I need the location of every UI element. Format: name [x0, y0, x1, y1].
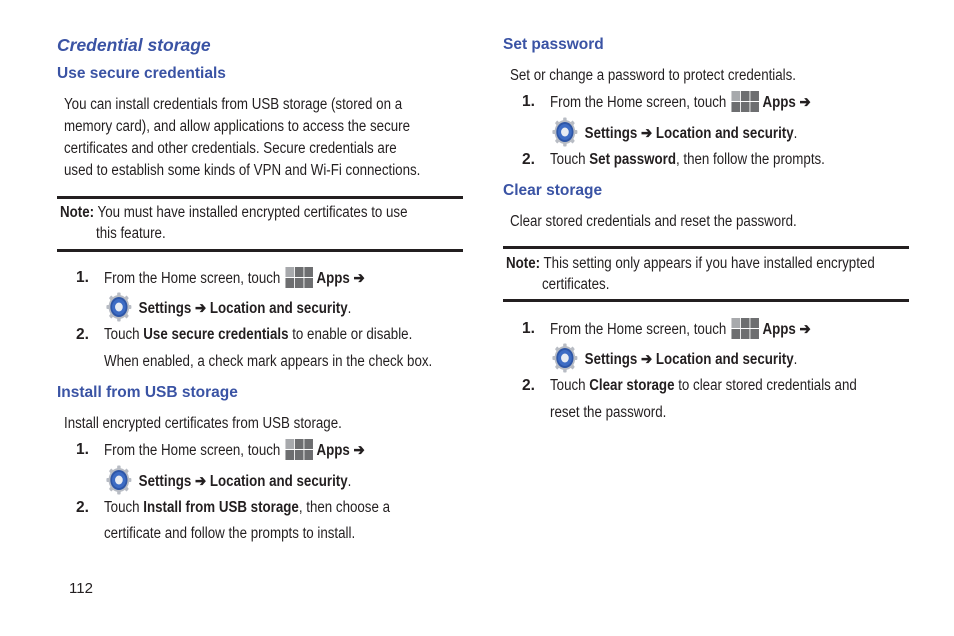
step-text: Touch [550, 151, 586, 168]
note-text: This setting only appears if you have in… [543, 255, 875, 272]
step-text: From the Home screen, touch [550, 94, 727, 111]
note-use-secure: Note: You must have installed encrypted … [60, 202, 408, 224]
page-number: 112 [69, 580, 93, 597]
step-2-line-1: Touch Set password, then follow the prom… [550, 149, 825, 171]
install-usb-paragraph: Install encrypted certificates from USB … [64, 415, 342, 432]
period: . [793, 125, 798, 142]
arrow-icon: ➔ [799, 94, 811, 111]
note-clear-storage: Note: This setting only appears if you h… [506, 253, 875, 275]
step-2-line-2: When enabled, a check mark appears in th… [104, 353, 433, 370]
apps-grid-icon [285, 439, 313, 460]
step-number: 2. [522, 151, 535, 168]
arrow-icon: ➔ [640, 351, 653, 368]
step-text: to clear stored credentials and [678, 377, 857, 394]
heading-use-secure-credentials: Use secure credentials [57, 65, 226, 82]
step-number: 1. [522, 320, 535, 337]
location-security-label: Location and security [209, 300, 348, 317]
note-top-rule [503, 246, 909, 249]
step-1-line-2: Settings ➔ Location and security. [106, 292, 351, 322]
arrow-icon: ➔ [640, 125, 653, 142]
paragraph-line: memory card), and allow applications to … [64, 118, 411, 135]
step-text: Touch [104, 326, 140, 343]
apps-grid-icon [731, 318, 759, 339]
set-password-paragraph: Set or change a password to protect cred… [510, 67, 797, 84]
paragraph-line: You can install credentials from USB sto… [64, 96, 403, 113]
note-label: Note: [60, 204, 95, 221]
paragraph-line: certificates and other credentials. Secu… [64, 140, 397, 157]
location-security-label: Location and security [209, 473, 348, 490]
option-name: Install from USB storage [143, 499, 299, 516]
step-1-line-2: Settings ➔ Location and security. [106, 465, 351, 495]
apps-grid-icon [285, 267, 313, 288]
period: . [793, 351, 798, 368]
settings-label: Settings [138, 300, 192, 317]
step-text: From the Home screen, touch [104, 442, 281, 459]
note-text-line2: certificates. [542, 276, 610, 293]
step-1-line-1: From the Home screen, touch Apps ➔ [104, 439, 365, 462]
settings-gear-icon [106, 465, 132, 495]
step-1-line-2: Settings ➔ Location and security. [552, 343, 797, 373]
step-number: 2. [76, 499, 89, 516]
apps-label: Apps [316, 270, 350, 287]
step-1-line-2: Settings ➔ Location and security. [552, 117, 797, 147]
arrow-icon: ➔ [799, 321, 811, 338]
apps-grid-icon [731, 91, 759, 112]
apps-label: Apps [762, 321, 796, 338]
arrow-icon: ➔ [194, 473, 207, 490]
clear-storage-paragraph: Clear stored credentials and reset the p… [510, 213, 797, 230]
heading-set-password: Set password [503, 36, 604, 53]
paragraph-line: used to establish some kinds of VPN and … [64, 162, 421, 179]
apps-label: Apps [762, 94, 796, 111]
arrow-icon: ➔ [353, 442, 365, 459]
settings-label: Settings [138, 473, 192, 490]
step-2-line-2: reset the password. [550, 404, 667, 421]
settings-gear-icon [552, 343, 578, 373]
use-secure-credentials-paragraph: You can install credentials from USB sto… [64, 94, 420, 182]
period: . [347, 473, 352, 490]
step-number: 1. [522, 93, 535, 110]
note-top-rule [57, 196, 463, 199]
note-text: You must have installed encrypted certif… [97, 204, 408, 221]
settings-gear-icon [106, 292, 132, 322]
step-number: 1. [76, 269, 89, 286]
step-2-line-1: Touch Clear storage to clear stored cred… [550, 375, 857, 397]
settings-label: Settings [584, 351, 638, 368]
step-2-line-1: Touch Install from USB storage, then cho… [104, 497, 390, 519]
step-text: From the Home screen, touch [104, 270, 281, 287]
step-1-line-1: From the Home screen, touch Apps ➔ [550, 91, 811, 114]
step-text: , then follow the prompts. [675, 151, 825, 168]
period: . [347, 300, 352, 317]
heading-install-from-usb: Install from USB storage [57, 384, 238, 401]
step-text: Touch [104, 499, 140, 516]
settings-gear-icon [552, 117, 578, 147]
location-security-label: Location and security [655, 351, 794, 368]
step-text: to enable or disable. [292, 326, 413, 343]
step-2-line-2: certificate and follow the prompts to in… [104, 525, 356, 542]
option-name: Use secure credentials [143, 326, 289, 343]
settings-label: Settings [584, 125, 638, 142]
step-text: Touch [550, 377, 586, 394]
note-label: Note: [506, 255, 541, 272]
option-name: Clear storage [589, 377, 675, 394]
arrow-icon: ➔ [194, 300, 207, 317]
step-1-line-1: From the Home screen, touch Apps ➔ [104, 267, 365, 290]
step-text: From the Home screen, touch [550, 321, 727, 338]
step-number: 2. [76, 326, 89, 343]
apps-label: Apps [316, 442, 350, 459]
note-bottom-rule [503, 299, 909, 302]
option-name: Set password [589, 151, 676, 168]
step-text: , then choose a [298, 499, 391, 516]
step-1-line-1: From the Home screen, touch Apps ➔ [550, 318, 811, 341]
step-number: 1. [76, 441, 89, 458]
arrow-icon: ➔ [353, 270, 365, 287]
location-security-label: Location and security [655, 125, 794, 142]
heading-clear-storage: Clear storage [503, 182, 603, 199]
note-text-line2: this feature. [96, 225, 166, 242]
step-2-line-1: Touch Use secure credentials to enable o… [104, 324, 412, 346]
step-number: 2. [522, 377, 535, 394]
page-title: Credential storage [57, 35, 211, 55]
note-bottom-rule [57, 249, 463, 252]
